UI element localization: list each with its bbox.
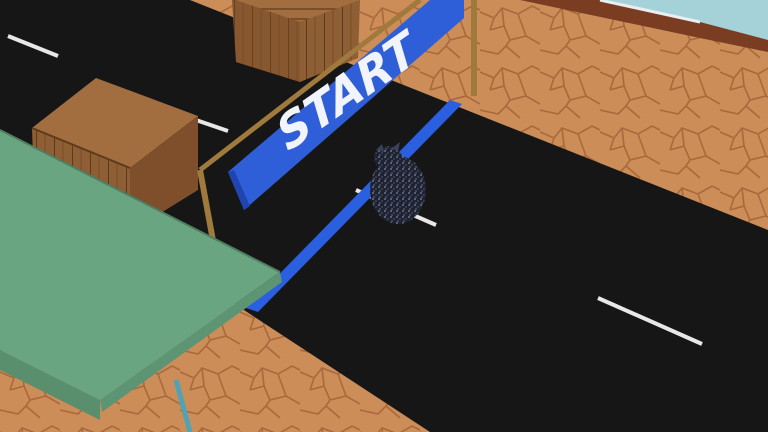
game-scene[interactable]: START [0,0,768,432]
